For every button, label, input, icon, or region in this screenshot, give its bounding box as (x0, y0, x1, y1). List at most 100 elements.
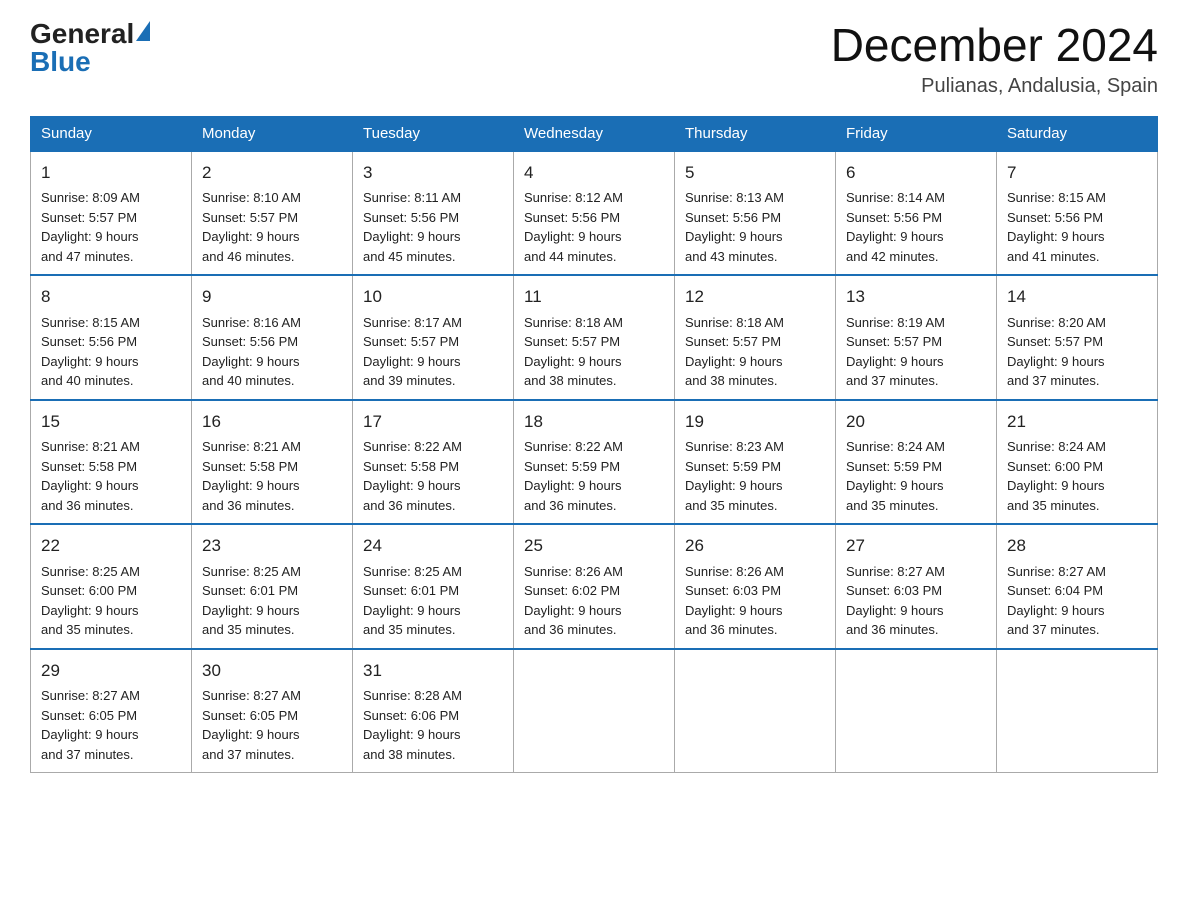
day-info: Sunrise: 8:21 AMSunset: 5:58 PMDaylight:… (202, 439, 301, 513)
calendar-cell: 28 Sunrise: 8:27 AMSunset: 6:04 PMDayligh… (997, 524, 1158, 649)
calendar-cell: 11Sunrise: 8:18 AMSunset: 5:57 PMDayligh… (514, 275, 675, 400)
day-info: Sunrise: 8:19 AMSunset: 5:57 PMDaylight:… (846, 315, 945, 389)
calendar-cell: 19Sunrise: 8:23 AMSunset: 5:59 PMDayligh… (675, 400, 836, 525)
day-number: 31 (363, 658, 503, 684)
weekday-header-friday: Friday (836, 116, 997, 151)
day-number: 23 (202, 533, 342, 559)
day-info: Sunrise: 8:26 AMSunset: 6:03 PMDaylight:… (685, 564, 784, 638)
day-number: 19 (685, 409, 825, 435)
day-info: Sunrise: 8:21 AMSunset: 5:58 PMDaylight:… (41, 439, 140, 513)
day-info: Sunrise: 8:16 AMSunset: 5:56 PMDaylight:… (202, 315, 301, 389)
weekday-header-row: SundayMondayTuesdayWednesdayThursdayFrid… (31, 116, 1158, 151)
calendar-table: SundayMondayTuesdayWednesdayThursdayFrid… (30, 116, 1158, 774)
day-number: 18 (524, 409, 664, 435)
calendar-week-5: 29 Sunrise: 8:27 AMSunset: 6:05 PMDayligh… (31, 649, 1158, 773)
calendar-cell: 5 Sunrise: 8:13 AMSunset: 5:56 PMDaylight… (675, 151, 836, 276)
day-number: 28 (1007, 533, 1147, 559)
logo: General Blue (30, 20, 150, 76)
day-info: Sunrise: 8:25 AMSunset: 6:01 PMDaylight:… (202, 564, 301, 638)
calendar-cell: 3Sunrise: 8:11 AMSunset: 5:56 PMDaylight… (353, 151, 514, 276)
month-title: December 2024 (831, 20, 1158, 71)
calendar-cell (836, 649, 997, 773)
calendar-cell: 17 Sunrise: 8:22 AMSunset: 5:58 PMDayligh… (353, 400, 514, 525)
calendar-cell: 24Sunrise: 8:25 AMSunset: 6:01 PMDayligh… (353, 524, 514, 649)
calendar-cell: 8 Sunrise: 8:15 AMSunset: 5:56 PMDaylight… (31, 275, 192, 400)
day-info: Sunrise: 8:25 AMSunset: 6:00 PMDaylight:… (41, 564, 140, 638)
day-number: 27 (846, 533, 986, 559)
day-number: 12 (685, 284, 825, 310)
day-number: 13 (846, 284, 986, 310)
day-number: 9 (202, 284, 342, 310)
calendar-cell (675, 649, 836, 773)
day-info: Sunrise: 8:18 AMSunset: 5:57 PMDaylight:… (685, 315, 784, 389)
calendar-cell: 27Sunrise: 8:27 AMSunset: 6:03 PMDayligh… (836, 524, 997, 649)
calendar-cell: 20 Sunrise: 8:24 AMSunset: 5:59 PMDayligh… (836, 400, 997, 525)
weekday-header-thursday: Thursday (675, 116, 836, 151)
calendar-cell: 16 Sunrise: 8:21 AMSunset: 5:58 PMDayligh… (192, 400, 353, 525)
calendar-cell: 22 Sunrise: 8:25 AMSunset: 6:00 PMDayligh… (31, 524, 192, 649)
day-number: 24 (363, 533, 503, 559)
day-info: Sunrise: 8:13 AMSunset: 5:56 PMDaylight:… (685, 190, 784, 264)
day-number: 10 (363, 284, 503, 310)
weekday-header-saturday: Saturday (997, 116, 1158, 151)
day-number: 4 (524, 160, 664, 186)
calendar-cell: 21 Sunrise: 8:24 AMSunset: 6:00 PMDayligh… (997, 400, 1158, 525)
day-number: 2 (202, 160, 342, 186)
weekday-header-monday: Monday (192, 116, 353, 151)
day-number: 16 (202, 409, 342, 435)
calendar-week-4: 22 Sunrise: 8:25 AMSunset: 6:00 PMDayligh… (31, 524, 1158, 649)
day-number: 15 (41, 409, 181, 435)
title-block: December 2024 Pulianas, Andalusia, Spain (831, 20, 1158, 98)
calendar-cell: 26 Sunrise: 8:26 AMSunset: 6:03 PMDayligh… (675, 524, 836, 649)
calendar-cell: 12 Sunrise: 8:18 AMSunset: 5:57 PMDayligh… (675, 275, 836, 400)
calendar-cell: 23 Sunrise: 8:25 AMSunset: 6:01 PMDayligh… (192, 524, 353, 649)
day-info: Sunrise: 8:24 AMSunset: 6:00 PMDaylight:… (1007, 439, 1106, 513)
day-info: Sunrise: 8:14 AMSunset: 5:56 PMDaylight:… (846, 190, 945, 264)
calendar-cell: 30 Sunrise: 8:27 AMSunset: 6:05 PMDayligh… (192, 649, 353, 773)
calendar-cell: 2Sunrise: 8:10 AMSunset: 5:57 PMDaylight… (192, 151, 353, 276)
day-number: 8 (41, 284, 181, 310)
calendar-week-1: 1 Sunrise: 8:09 AMSunset: 5:57 PMDaylight… (31, 151, 1158, 276)
day-number: 26 (685, 533, 825, 559)
day-info: Sunrise: 8:09 AMSunset: 5:57 PMDaylight:… (41, 190, 140, 264)
day-info: Sunrise: 8:27 AMSunset: 6:04 PMDaylight:… (1007, 564, 1106, 638)
calendar-cell: 13 Sunrise: 8:19 AMSunset: 5:57 PMDayligh… (836, 275, 997, 400)
calendar-week-3: 15 Sunrise: 8:21 AMSunset: 5:58 PMDayligh… (31, 400, 1158, 525)
day-number: 7 (1007, 160, 1147, 186)
day-info: Sunrise: 8:28 AMSunset: 6:06 PMDaylight:… (363, 688, 462, 762)
day-info: Sunrise: 8:27 AMSunset: 6:05 PMDaylight:… (202, 688, 301, 762)
day-number: 22 (41, 533, 181, 559)
logo-blue-text: Blue (30, 48, 91, 76)
day-number: 17 (363, 409, 503, 435)
day-info: Sunrise: 8:27 AMSunset: 6:05 PMDaylight:… (41, 688, 140, 762)
day-number: 25 (524, 533, 664, 559)
calendar-cell: 7 Sunrise: 8:15 AMSunset: 5:56 PMDaylight… (997, 151, 1158, 276)
day-info: Sunrise: 8:24 AMSunset: 5:59 PMDaylight:… (846, 439, 945, 513)
day-info: Sunrise: 8:26 AMSunset: 6:02 PMDaylight:… (524, 564, 623, 638)
weekday-header-tuesday: Tuesday (353, 116, 514, 151)
calendar-cell (997, 649, 1158, 773)
day-number: 5 (685, 160, 825, 186)
day-info: Sunrise: 8:15 AMSunset: 5:56 PMDaylight:… (1007, 190, 1106, 264)
day-info: Sunrise: 8:22 AMSunset: 5:58 PMDaylight:… (363, 439, 462, 513)
day-info: Sunrise: 8:17 AMSunset: 5:57 PMDaylight:… (363, 315, 462, 389)
calendar-cell: 31 Sunrise: 8:28 AMSunset: 6:06 PMDayligh… (353, 649, 514, 773)
day-info: Sunrise: 8:15 AMSunset: 5:56 PMDaylight:… (41, 315, 140, 389)
logo-general-text: General (30, 20, 134, 48)
day-number: 30 (202, 658, 342, 684)
calendar-body: 1 Sunrise: 8:09 AMSunset: 5:57 PMDaylight… (31, 151, 1158, 773)
calendar-week-2: 8 Sunrise: 8:15 AMSunset: 5:56 PMDaylight… (31, 275, 1158, 400)
calendar-cell (514, 649, 675, 773)
calendar-cell: 25 Sunrise: 8:26 AMSunset: 6:02 PMDayligh… (514, 524, 675, 649)
weekday-header-sunday: Sunday (31, 116, 192, 151)
day-number: 6 (846, 160, 986, 186)
day-number: 1 (41, 160, 181, 186)
day-info: Sunrise: 8:22 AMSunset: 5:59 PMDaylight:… (524, 439, 623, 513)
day-number: 21 (1007, 409, 1147, 435)
day-number: 11 (524, 284, 664, 310)
calendar-cell: 4Sunrise: 8:12 AMSunset: 5:56 PMDaylight… (514, 151, 675, 276)
day-number: 20 (846, 409, 986, 435)
calendar-cell: 14Sunrise: 8:20 AMSunset: 5:57 PMDayligh… (997, 275, 1158, 400)
day-number: 29 (41, 658, 181, 684)
calendar-cell: 6 Sunrise: 8:14 AMSunset: 5:56 PMDaylight… (836, 151, 997, 276)
